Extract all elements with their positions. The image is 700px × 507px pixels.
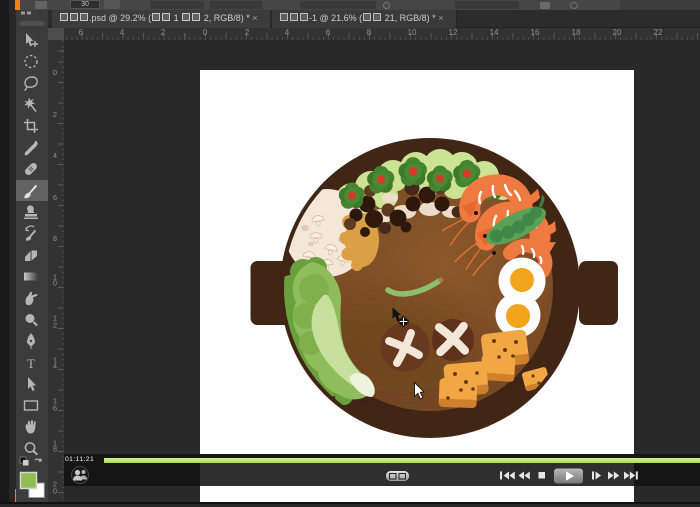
svg-text:T: T [27,356,35,371]
